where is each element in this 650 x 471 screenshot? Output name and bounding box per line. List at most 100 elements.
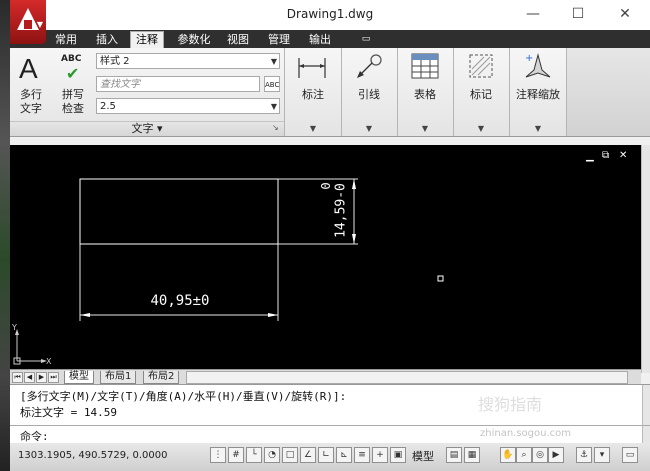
snap-icon[interactable]: ⋮ [210,447,226,463]
last-layout-icon[interactable]: ⏭ [48,372,59,383]
autocad-window: Drawing1.dwg — ☐ ✕ 常用 插入 注释 参数化 视图 管理 输出… [10,0,650,471]
pan-icon[interactable]: ✋ [500,447,516,463]
chevron-down-icon: ▼ [365,124,373,133]
chevron-down-icon: ▼ [421,124,429,133]
arrow-up-icon [352,179,356,189]
ducs-icon[interactable]: ∟ [318,447,334,463]
ribbon-tab-bar: 常用 插入 注释 参数化 视图 管理 输出 ▭ [10,30,650,49]
text-panel-title[interactable]: 文字 ▾ [10,121,284,136]
leader-label: 引线 [358,88,380,101]
horizontal-dimension-text[interactable]: 40,95±0 [130,293,230,309]
table-button[interactable]: 表格 ▼ [398,48,452,136]
chevron-down-icon: ▼ [270,57,277,66]
layout-tab-layout2[interactable]: 布局2 [143,371,180,384]
drawing-canvas[interactable]: 40,95±0 14,59-0 0 Y X ▁ ⧉ ✕ [10,145,641,369]
viewport-restore-icon[interactable]: ⧉ [602,150,609,161]
annotation-scale-status-icon[interactable]: ⚓ [576,447,592,463]
layout-tab-model[interactable]: 模型 [64,371,94,384]
window-title: Drawing1.dwg [286,7,374,21]
chevron-down-icon: ▼ [477,124,485,133]
tab-annotate[interactable]: 注释 [130,31,164,49]
layout-tab-layout1[interactable]: 布局1 [100,371,137,384]
dimension-button[interactable]: 标注 ▼ [286,48,340,136]
ribbon-minimize-icon[interactable]: ▭ [356,32,376,47]
command-history-line2: 标注文字 = 14.59 [20,406,117,419]
clean-screen-icon[interactable]: ▭ [622,447,638,463]
first-layout-icon[interactable]: ⏮ [12,372,23,383]
spell-check-button[interactable]: ABC ✔ 拼写 检查 [58,54,92,118]
command-line[interactable]: 命令: zhinan.sogou.com [10,425,650,444]
history-scrollbar[interactable] [642,385,650,425]
text-style-select[interactable]: 样式 2 ▼ [96,53,280,69]
dyn-icon[interactable]: ⊾ [336,447,352,463]
layout-tab-bar: ⏮ ◀ ▶ ⏭ 模型 布局1 布局2 [10,369,641,384]
prev-layout-icon[interactable]: ◀ [24,372,35,383]
table-label: 表格 [414,88,436,101]
transparency-icon[interactable]: + [372,447,388,463]
tab-output[interactable]: 输出 [307,32,333,47]
close-button[interactable]: ✕ [610,4,640,24]
osnap-icon[interactable]: □ [282,447,298,463]
leader-button[interactable]: 引线 ▼ [342,48,396,136]
dimension-icon [298,58,326,78]
ribbon: A 多行 文字 ABC ✔ 拼写 检查 样式 2 ▼ 查找文字 ABC 2.5 … [10,48,650,137]
horizontal-scrollbar[interactable] [186,371,628,384]
tab-home[interactable]: 常用 [53,32,79,47]
dialog-launcher-icon[interactable]: ↘ [272,123,279,132]
ucs-x-label: X [46,357,52,366]
command-history-line1: [多行文字(M)/文字(T)/角度(A)/水平(H)/垂直(V)/旋转(R)]: [20,390,347,403]
chevron-down-icon: ▼ [534,124,542,133]
model-space-label[interactable]: 模型 [412,448,434,464]
grip-marker [437,275,444,282]
cursor-coordinates: 1303.1905, 490.5729, 0.0000 [18,450,168,461]
maximize-button[interactable]: ☐ [563,4,593,24]
tab-view[interactable]: 视图 [225,32,251,47]
command-history: [多行文字(M)/文字(T)/角度(A)/水平(H)/垂直(V)/旋转(R)]:… [10,384,650,425]
arrow-left-icon [80,313,90,317]
vertical-dimension-text[interactable]: 14,59-0 [334,176,349,246]
zoom-icon[interactable]: ⌕ [516,447,532,463]
vertical-scrollbar[interactable] [641,145,650,373]
background-strip [0,0,10,471]
workspace-icon[interactable]: ▾ [594,447,610,463]
text-height-value: 2.5 [100,101,116,112]
steering-wheel-icon[interactable]: ◎ [532,447,548,463]
annotation-scaling-label: 注释缩放 [516,88,560,101]
arrow-right-icon [268,313,278,317]
text-height-select[interactable]: 2.5 ▼ [96,98,280,114]
quick-view-layouts-icon[interactable]: ▤ [446,447,462,463]
lineweight-icon[interactable]: ≡ [354,447,370,463]
tab-parametric[interactable]: 参数化 [174,32,214,47]
quick-view-drawings-icon[interactable]: ▦ [464,447,480,463]
find-text-input[interactable]: 查找文字 [96,76,260,92]
dimension-label: 标注 [302,88,324,101]
spell-label-line2: 检查 [62,102,84,115]
next-layout-icon[interactable]: ▶ [36,372,47,383]
rectangle-geometry [79,178,279,245]
text-style-value: 样式 2 [100,56,130,67]
find-replace-icon[interactable]: ABC [264,76,280,92]
tab-insert[interactable]: 插入 [94,32,120,47]
annotation-scaling-button[interactable]: + 注释缩放 ▼ [510,48,566,136]
autocad-logo-notch [24,20,32,29]
table-icon [411,53,439,79]
quick-properties-icon[interactable]: ▣ [390,447,406,463]
viewport-minimize-icon[interactable]: ▁ [586,151,594,162]
mtext-label-line2: 文字 [20,102,42,115]
ortho-icon[interactable]: └ [246,447,262,463]
tab-manage[interactable]: 管理 [266,32,292,47]
minimize-button[interactable]: — [518,4,548,24]
command-scrollbar[interactable] [642,426,650,443]
find-text-placeholder: 查找文字 [100,79,140,90]
otrack-icon[interactable]: ∠ [300,447,316,463]
viewport-close-icon[interactable]: ✕ [619,150,627,161]
polar-icon[interactable]: ◔ [264,447,280,463]
grid-icon[interactable]: # [228,447,244,463]
chevron-down-icon: ▼ [309,124,317,133]
application-menu-button[interactable]: ▼ [10,0,46,44]
showmotion-icon[interactable]: ▶ [548,447,564,463]
arrow-down-icon [352,234,356,244]
mtext-button[interactable]: A 多行 文字 [14,54,48,118]
markup-button[interactable]: 标记 ▼ [454,48,508,136]
panel-divider [284,48,285,136]
